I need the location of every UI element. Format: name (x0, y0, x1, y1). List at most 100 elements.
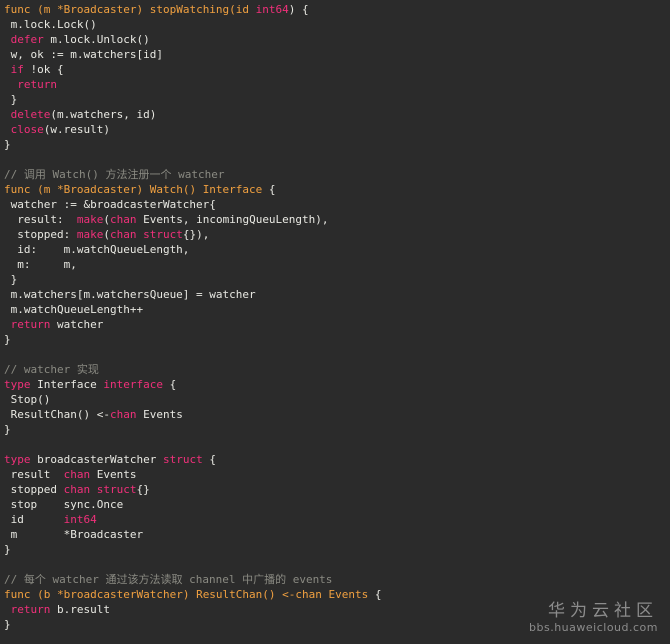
code-line: m.watchQueueLength++ (4, 302, 382, 317)
code-line: m.lock.Lock() (4, 17, 382, 32)
code-token: int64 (255, 3, 289, 16)
code-token: chan (63, 483, 91, 496)
code-token: b.result (50, 603, 110, 616)
code-line: } (4, 542, 382, 557)
code-line: delete(m.watchers, id) (4, 107, 382, 122)
code-token: chan (109, 228, 137, 241)
code-line: result: make(chan Events, incomingQueuLe… (4, 212, 382, 227)
watermark-brand: 华为云社区 (548, 601, 658, 621)
code-line: m *Broadcaster (4, 527, 382, 542)
code-token: ) { (288, 3, 309, 16)
code-token: stopped (4, 483, 64, 496)
code-token: int64 (63, 513, 97, 526)
code-token: stop sync.Once (4, 498, 124, 511)
code-token: {}), (182, 228, 210, 241)
code-token: chan (109, 213, 137, 226)
code-token: result: (4, 213, 77, 226)
code-line: id: m.watchQueueLength, (4, 242, 382, 257)
code-token: return (10, 603, 51, 616)
code-line: m.watchers[m.watchersQueue] = watcher (4, 287, 382, 302)
watermark: 华为云社区 bbs.huaweicloud.com (529, 601, 658, 634)
code-token: stopped: (4, 228, 77, 241)
code-token: (m *Broadcaster) stopWatching(id (37, 3, 256, 16)
code-line: type Interface interface { (4, 377, 382, 392)
code-token: m *Broadcaster (4, 528, 144, 541)
code-token: watcher := &broadcasterWatcher{ (4, 198, 216, 211)
code-token: struct (143, 228, 183, 241)
code-token: id (4, 513, 64, 526)
code-line: return (4, 77, 382, 92)
code-line: id int64 (4, 512, 382, 527)
code-token: m: m, (4, 258, 77, 271)
code-token: Events (136, 408, 183, 421)
code-line: result chan Events (4, 467, 382, 482)
code-line: } (4, 137, 382, 152)
code-line: ResultChan() <-chan Events (4, 407, 382, 422)
code-token: interface (103, 378, 163, 391)
code-token: broadcasterWatcher (30, 453, 163, 466)
code-token: } (4, 273, 18, 286)
code-line: } (4, 422, 382, 437)
code-token: struct (96, 483, 137, 496)
code-token: m.lock.Unlock() (43, 33, 150, 46)
code-token: w, ok := m.watchers[id] (4, 48, 163, 61)
code-token: type (4, 453, 31, 466)
code-line: } (4, 332, 382, 347)
code-token: } (4, 423, 11, 436)
code-token: func (4, 183, 38, 196)
code-token: Events, incomingQueuLength), (136, 213, 329, 226)
code-token: (m.watchers, id) (50, 108, 157, 121)
code-token: watcher (50, 318, 104, 331)
code-token: Interface (30, 378, 104, 391)
code-line: m: m, (4, 257, 382, 272)
code-token: defer (10, 33, 44, 46)
code-line: } (4, 92, 382, 107)
code-token: } (4, 138, 11, 151)
code-token: { (262, 183, 276, 196)
code-token: } (4, 618, 11, 631)
code-token: ( (103, 228, 110, 241)
code-token: { (202, 453, 216, 466)
code-editor: func (m *Broadcaster) stopWatching(id in… (4, 2, 382, 632)
code-line: // 调用 Watch() 方法注册一个 watcher (4, 167, 382, 182)
code-line: stop sync.Once (4, 497, 382, 512)
code-token: if (10, 63, 24, 76)
code-token: m.watchQueueLength++ (4, 303, 144, 316)
code-token: result (4, 468, 64, 481)
code-line: func (m *Broadcaster) stopWatching(id in… (4, 2, 382, 17)
code-token: // 调用 Watch() 方法注册一个 watcher (4, 168, 225, 181)
code-token: (b *broadcasterWatcher) ResultChan() <-c… (37, 588, 369, 601)
code-token: ResultChan() <- (4, 408, 110, 421)
code-token: (m *Broadcaster) Watch() Interface (37, 183, 263, 196)
code-token: !ok { (23, 63, 64, 76)
code-line: close(w.result) (4, 122, 382, 137)
code-line: func (m *Broadcaster) Watch() Interface … (4, 182, 382, 197)
code-token: return (10, 318, 51, 331)
code-line: type broadcasterWatcher struct { (4, 452, 382, 467)
code-token: { (162, 378, 177, 391)
code-line: defer m.lock.Unlock() (4, 32, 382, 47)
code-line: } (4, 617, 382, 632)
code-token: chan (63, 468, 91, 481)
code-token: } (4, 93, 18, 106)
code-token: Stop() (4, 393, 51, 406)
code-line: if !ok { (4, 62, 382, 77)
code-token: m.lock.Lock() (4, 18, 97, 31)
watermark-url: bbs.huaweicloud.com (529, 621, 658, 634)
code-token: m.watchers[m.watchersQueue] = watcher (4, 288, 256, 301)
code-token: (w.result) (43, 123, 110, 136)
code-token: type (4, 378, 31, 391)
code-token: func (4, 588, 38, 601)
